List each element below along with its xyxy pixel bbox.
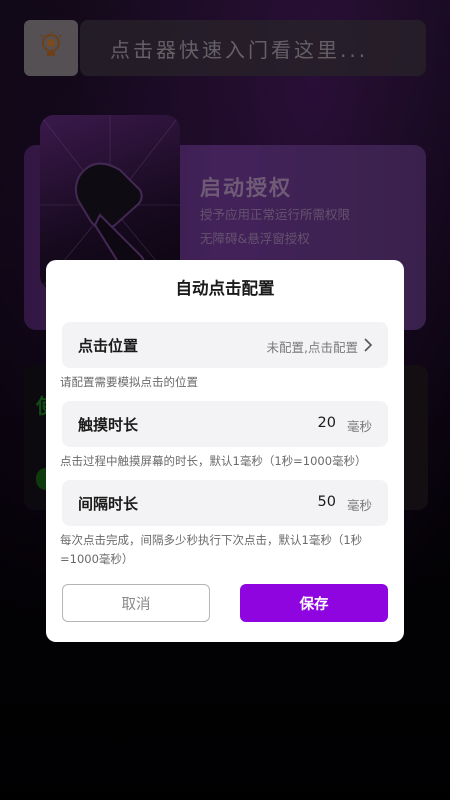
interval-input[interactable]: 50 bbox=[318, 494, 336, 510]
click-position-hint: 请配置需要模拟点击的位置 bbox=[60, 375, 198, 389]
click-position-value: 未配置,点击配置 bbox=[266, 340, 358, 355]
touch-duration-input[interactable]: 20 bbox=[318, 415, 336, 431]
touch-duration-hint: 点击过程中触摸屏幕的时长，默认1毫秒（1秒=1000毫秒） bbox=[60, 454, 367, 468]
interval-unit: 毫秒 bbox=[346, 498, 372, 513]
interval-label: 间隔时长 bbox=[78, 495, 139, 513]
save-button[interactable]: 保存 bbox=[240, 584, 388, 622]
touch-duration-row: 触摸时长 20 毫秒 bbox=[62, 401, 388, 447]
click-position-label: 点击位置 bbox=[78, 337, 139, 355]
cancel-button[interactable]: 取消 bbox=[62, 584, 210, 622]
touch-duration-unit: 毫秒 bbox=[346, 419, 372, 434]
click-position-row[interactable]: 点击位置 未配置,点击配置 bbox=[62, 322, 388, 368]
touch-duration-label: 触摸时长 bbox=[78, 416, 139, 434]
dialog-title: 自动点击配置 bbox=[175, 279, 275, 298]
auto-click-config-dialog: 自动点击配置 点击位置 未配置,点击配置 请配置需要模拟点击的位置 触摸时长 2… bbox=[46, 260, 404, 642]
interval-row: 间隔时长 50 毫秒 bbox=[62, 480, 388, 526]
interval-hint: 每次点击完成，间隔多少秒执行下次点击，默认1毫秒（1秒=1000毫秒） bbox=[60, 533, 363, 566]
chevron-right-icon bbox=[362, 336, 374, 354]
